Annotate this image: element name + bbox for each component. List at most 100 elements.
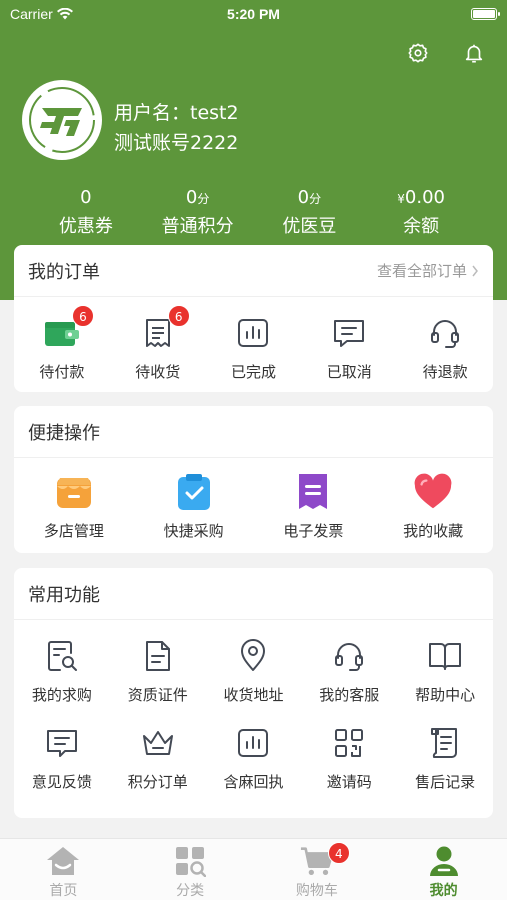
stat-value: 0 bbox=[185, 187, 198, 208]
func-my-requests[interactable]: 我的求购 bbox=[14, 636, 110, 705]
order-completed[interactable]: 已完成 bbox=[206, 313, 302, 382]
stat-points[interactable]: 0分 普通积分 bbox=[142, 186, 254, 238]
common-functions-card: 常用功能 我的求购 资质证件 收货地址 我的客服 帮助中心 意见反馈 积分订单 … bbox=[14, 568, 493, 818]
notifications-button[interactable] bbox=[461, 40, 487, 66]
order-pending-payment[interactable]: 6 待付款 bbox=[14, 305, 110, 382]
func-label: 邀请码 bbox=[326, 773, 372, 791]
quick-actions-row: 多店管理 快捷采购 电子发票 我的收藏 bbox=[14, 458, 493, 541]
tab-category[interactable]: 分类 bbox=[127, 839, 254, 900]
order-pending-receipt[interactable]: 6 待收货 bbox=[110, 305, 206, 382]
quick-fast-purchase[interactable]: 快捷采购 bbox=[134, 472, 254, 541]
view-all-orders-label: 查看全部订单 bbox=[376, 262, 467, 280]
tab-label: 购物车 bbox=[295, 883, 338, 899]
user-account: 测试账号2222 bbox=[114, 132, 239, 154]
func-shipping-address[interactable]: 收货地址 bbox=[206, 636, 302, 705]
chart-icon bbox=[238, 319, 269, 347]
store-icon bbox=[56, 478, 91, 508]
func-label: 意见反馈 bbox=[31, 773, 92, 791]
heart-icon bbox=[414, 473, 452, 509]
bell-icon bbox=[465, 44, 483, 63]
avatar[interactable] bbox=[22, 80, 102, 160]
order-label: 待退款 bbox=[422, 363, 468, 381]
stat-unit: 分 bbox=[197, 192, 210, 206]
func-ephedrine-receipt[interactable]: 含麻回执 bbox=[206, 723, 302, 792]
person-icon bbox=[429, 846, 458, 876]
order-cancelled[interactable]: 已取消 bbox=[301, 313, 397, 382]
chart-icon bbox=[238, 729, 269, 757]
cart-badge: 4 bbox=[327, 842, 350, 864]
clipboard-check-icon bbox=[177, 474, 210, 510]
crown-icon bbox=[142, 731, 173, 755]
quick-favorites[interactable]: 我的收藏 bbox=[373, 472, 493, 541]
orders-card: 我的订单 查看全部订单 6 待付款 6 待收货 已完成 已取消 待退款 bbox=[14, 245, 493, 392]
stat-label: 余额 bbox=[403, 216, 440, 237]
order-label: 待收货 bbox=[135, 363, 181, 381]
quick-actions-header: 便捷操作 bbox=[14, 406, 493, 458]
quick-actions-card: 便捷操作 多店管理 快捷采购 电子发票 我的收藏 bbox=[14, 406, 493, 553]
func-customer-service[interactable]: 我的客服 bbox=[301, 636, 397, 705]
func-feedback[interactable]: 意见反馈 bbox=[14, 723, 110, 792]
orders-title: 我的订单 bbox=[28, 261, 100, 283]
order-label: 已完成 bbox=[230, 363, 276, 381]
stat-value: 0.00 bbox=[404, 187, 445, 208]
func-certificates[interactable]: 资质证件 bbox=[110, 636, 206, 705]
stat-beans[interactable]: 0分 优医豆 bbox=[254, 186, 366, 238]
order-label: 已取消 bbox=[326, 363, 372, 381]
view-all-orders-link[interactable]: 查看全部订单 bbox=[377, 260, 479, 281]
status-time: 5:20 PM bbox=[227, 6, 280, 22]
func-label: 含麻回执 bbox=[223, 773, 284, 791]
quick-label: 我的收藏 bbox=[403, 522, 464, 540]
stat-coupons[interactable]: 0 优惠券 bbox=[30, 186, 142, 238]
message-icon bbox=[334, 320, 365, 347]
tab-label: 首页 bbox=[49, 883, 78, 899]
order-label: 待付款 bbox=[39, 363, 85, 381]
order-badge: 6 bbox=[167, 305, 190, 327]
func-label: 我的客服 bbox=[319, 686, 380, 704]
orders-row: 6 待付款 6 待收货 已完成 已取消 待退款 bbox=[14, 297, 493, 382]
gear-icon bbox=[408, 43, 428, 63]
func-label: 资质证件 bbox=[127, 686, 188, 704]
quick-label: 快捷采购 bbox=[163, 522, 224, 540]
func-help-center[interactable]: 帮助中心 bbox=[397, 636, 493, 705]
tab-label: 我的 bbox=[429, 883, 458, 899]
stat-label: 普通积分 bbox=[161, 216, 234, 237]
brand-logo-icon bbox=[29, 87, 95, 153]
common-functions-header: 常用功能 bbox=[14, 568, 493, 620]
account-stats: 0 优惠券 0分 普通积分 0分 优医豆 ¥0.00 余额 bbox=[30, 186, 477, 238]
quick-label: 电子发票 bbox=[283, 522, 344, 540]
order-pending-refund[interactable]: 待退款 bbox=[397, 313, 493, 382]
chevron-right-icon bbox=[472, 265, 478, 276]
func-label: 我的求购 bbox=[31, 686, 92, 704]
tab-cart[interactable]: 4 购物车 bbox=[254, 839, 381, 900]
book-icon bbox=[429, 643, 462, 670]
headset-icon bbox=[335, 643, 364, 671]
quick-e-invoice[interactable]: 电子发票 bbox=[254, 472, 374, 541]
user-name: 用户名：test2 bbox=[114, 102, 239, 124]
tab-profile[interactable]: 我的 bbox=[380, 839, 507, 900]
quick-multi-store[interactable]: 多店管理 bbox=[14, 472, 134, 541]
stat-value: 0 bbox=[80, 187, 92, 208]
func-label: 帮助中心 bbox=[415, 686, 476, 704]
stat-label: 优医豆 bbox=[282, 216, 337, 237]
headset-icon bbox=[431, 320, 460, 348]
orders-card-header: 我的订单 查看全部订单 bbox=[14, 245, 493, 297]
func-label: 积分订单 bbox=[127, 773, 188, 791]
common-row-1: 我的求购 资质证件 收货地址 我的客服 帮助中心 bbox=[14, 620, 493, 705]
func-invite-code[interactable]: 邀请码 bbox=[301, 723, 397, 792]
tab-home[interactable]: 首页 bbox=[0, 839, 127, 900]
func-points-orders[interactable]: 积分订单 bbox=[110, 723, 206, 792]
common-functions-title: 常用功能 bbox=[28, 584, 100, 606]
status-bar: Carrier 5:20 PM bbox=[0, 0, 507, 30]
order-badge: 6 bbox=[71, 305, 94, 327]
invoice-icon bbox=[299, 474, 328, 509]
func-after-sales[interactable]: 售后记录 bbox=[397, 723, 493, 792]
tab-label: 分类 bbox=[176, 883, 205, 899]
stat-balance[interactable]: ¥0.00 余额 bbox=[365, 186, 477, 238]
settings-button[interactable] bbox=[405, 40, 431, 66]
stat-prefix: ¥ bbox=[397, 192, 405, 206]
search-document-icon bbox=[47, 641, 77, 671]
bottom-tab-bar: 首页 分类 4 购物车 我的 bbox=[0, 838, 507, 900]
battery-icon bbox=[471, 8, 500, 20]
common-row-2: 意见反馈 积分订单 含麻回执 邀请码 售后记录 bbox=[14, 705, 493, 792]
feedback-icon bbox=[46, 730, 77, 757]
